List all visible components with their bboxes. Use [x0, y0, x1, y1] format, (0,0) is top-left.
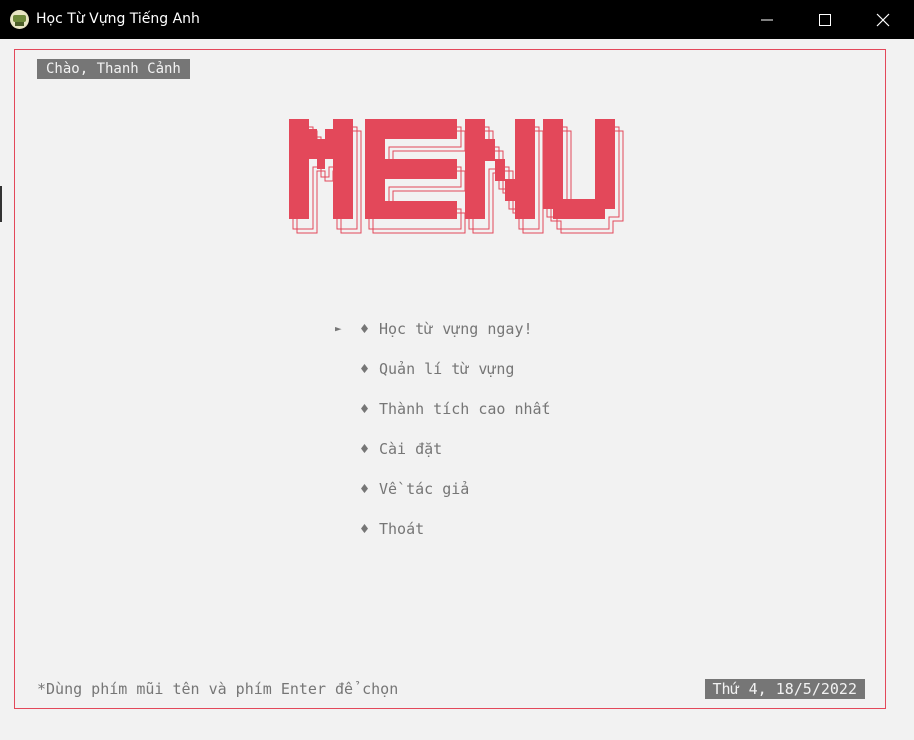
menu-banner-logo: [289, 119, 624, 234]
menu-item-label: Học từ vựng ngay!: [379, 320, 533, 338]
minimize-button[interactable]: [738, 0, 796, 39]
banner-letters: [289, 119, 615, 219]
graduation-cap-icon: [10, 10, 29, 29]
diamond-bullet-icon: ♦: [360, 320, 370, 338]
diamond-bullet-icon: ♦: [360, 400, 370, 418]
banner-letter-n: [465, 119, 535, 219]
minimize-icon: [761, 19, 773, 21]
banner-letter-m: [289, 119, 353, 219]
menu-item-label: Về tác giả: [379, 480, 470, 498]
close-icon: [876, 13, 890, 27]
maximize-icon: [819, 14, 831, 26]
close-button[interactable]: [854, 0, 912, 39]
menu-item-label: Quản lí từ vựng: [379, 360, 515, 378]
diamond-bullet-icon: ♦: [360, 480, 370, 498]
banner-letter-u: [543, 119, 615, 219]
window-title: Học Từ Vựng Tiếng Anh: [36, 11, 200, 27]
banner-letter-e: [365, 119, 457, 219]
diamond-bullet-icon: ♦: [360, 360, 370, 378]
menu-item-label: Thành tích cao nhất: [379, 400, 551, 418]
window-edge-marker: [0, 186, 2, 222]
diamond-bullet-icon: ♦: [360, 520, 370, 538]
menu-item-label: Thoát: [379, 520, 425, 538]
maximize-button[interactable]: [796, 0, 854, 39]
instruction-hint: *Dùng phím mũi tên và phím Enter để chọn: [37, 680, 399, 698]
greeting-badge: Chào, Thanh Cảnh: [37, 59, 190, 79]
menu-item-label: Cài đặt: [379, 440, 443, 458]
selection-pointer-icon: ►: [335, 322, 342, 335]
date-badge: Thứ 4, 18/5/2022: [704, 679, 865, 699]
diamond-bullet-icon: ♦: [360, 440, 370, 458]
title-bar[interactable]: Học Từ Vựng Tiếng Anh: [0, 0, 914, 39]
